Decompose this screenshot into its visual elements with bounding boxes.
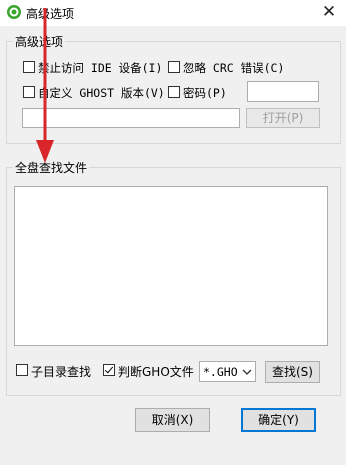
password-checkbox[interactable] bbox=[168, 86, 180, 98]
password-field[interactable] bbox=[247, 81, 319, 102]
subdir-search-label: 子目录查找 bbox=[31, 365, 92, 379]
close-button[interactable]: ✕ bbox=[312, 0, 346, 26]
results-list[interactable] bbox=[14, 186, 328, 346]
ignore-crc-label: 忽略 CRC 错误(C) bbox=[183, 61, 285, 75]
password-label: 密码(P) bbox=[183, 86, 227, 100]
ignore-crc-checkbox[interactable] bbox=[168, 61, 180, 73]
open-button[interactable]: 打开(P) bbox=[246, 108, 320, 128]
extension-select[interactable]: *.GHO bbox=[199, 361, 256, 382]
ok-button[interactable]: 确定(Y) bbox=[241, 408, 316, 432]
find-button[interactable]: 查找(S) bbox=[265, 361, 320, 383]
red-arrow-annotation bbox=[36, 8, 54, 163]
subdir-search-checkbox[interactable] bbox=[16, 364, 28, 376]
check-gho-label: 判断GHO文件 bbox=[118, 365, 194, 379]
app-icon bbox=[7, 5, 21, 19]
check-gho-checkbox[interactable] bbox=[103, 364, 115, 376]
extension-value: *.GHO bbox=[203, 365, 238, 379]
chevron-down-icon bbox=[242, 369, 252, 375]
cancel-button[interactable]: 取消(X) bbox=[135, 408, 210, 432]
